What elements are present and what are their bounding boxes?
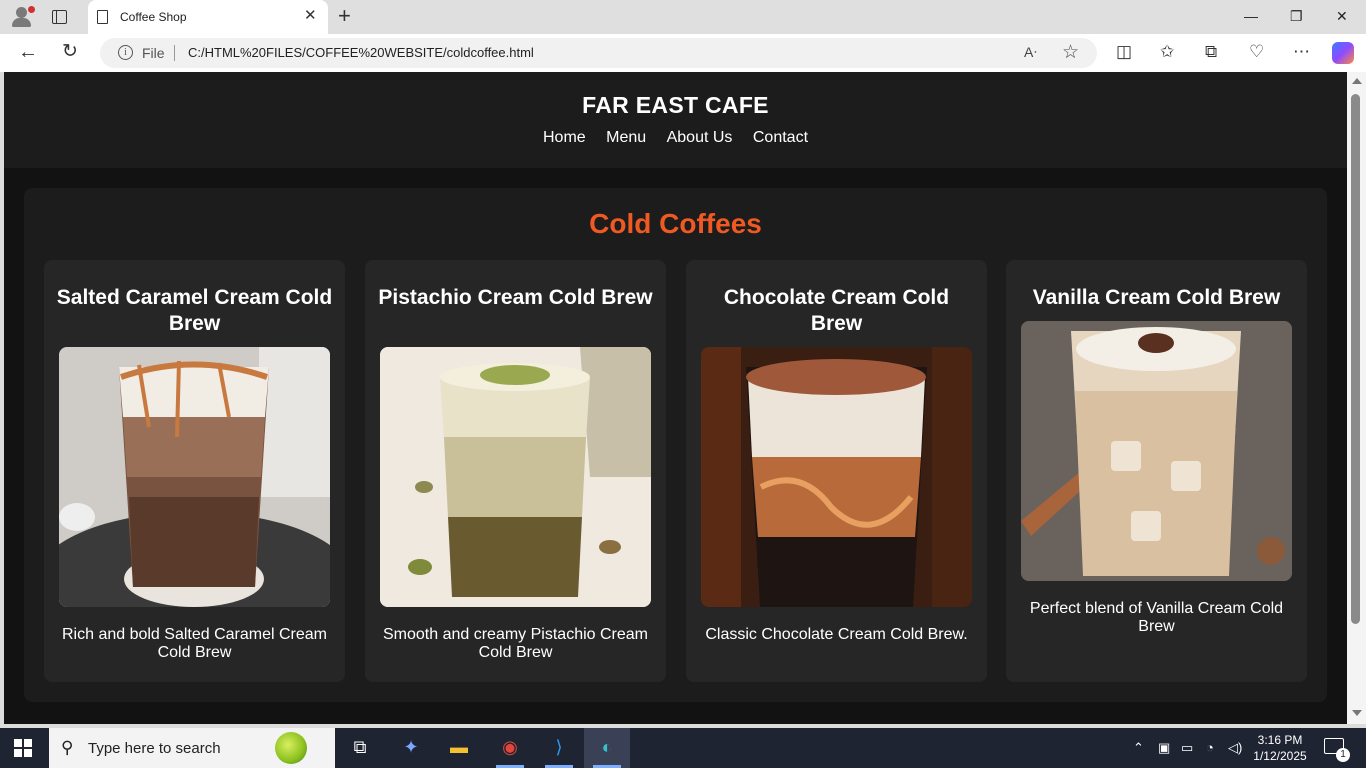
clock-date: 1/12/2025 (1253, 749, 1307, 763)
tray-overflow-icon[interactable]: ⌃ (1133, 740, 1144, 756)
page-viewport: FAR EAST CAFE Home Menu About Us Contact… (4, 72, 1347, 724)
vscode-icon[interactable]: ⟩ (536, 728, 582, 768)
copilot-icon[interactable] (1332, 42, 1354, 64)
minimize-button[interactable]: — (1244, 6, 1258, 26)
search-highlight-icon (275, 732, 307, 764)
tab-close-icon[interactable]: ✕ (304, 8, 317, 24)
read-aloud-icon[interactable]: Aᐧ (1024, 44, 1037, 61)
product-image (701, 347, 972, 607)
collections-icon[interactable]: ⧉ (1205, 42, 1217, 62)
nav-link-menu[interactable]: Menu (606, 129, 646, 146)
product-name: Vanilla Cream Cold Brew (1032, 286, 1281, 309)
chrome-icon[interactable]: ◉ (487, 728, 533, 768)
task-view-icon[interactable]: ⧉ (337, 728, 383, 768)
search-icon: ⚲ (61, 738, 74, 757)
clock[interactable]: 3:16 PM 1/12/2025 (1250, 732, 1310, 764)
favorites-icon[interactable]: ✩ (1160, 42, 1174, 62)
windows-taskbar: ⚲ Type here to search ⧉ ✦ ▬ ◉ ⟩ ◐ ⌃ ▣ ▭ … (0, 728, 1366, 768)
scroll-thumb[interactable] (1351, 94, 1360, 624)
new-tab-button[interactable]: + (338, 4, 351, 28)
restore-button[interactable]: ❐ (1290, 6, 1303, 26)
edge-icon[interactable]: ◐ (584, 728, 630, 768)
browser-toolbar: ← ↻ i File C:/HTML%20FILES/COFFEE%20WEBS… (0, 34, 1366, 72)
device-icon[interactable]: ▣ (1158, 740, 1170, 756)
site-nav: Home Menu About Us Contact (4, 129, 1347, 147)
copilot-app-icon[interactable]: ✦ (388, 728, 434, 768)
scroll-down-icon[interactable] (1352, 710, 1362, 716)
product-name: Chocolate Cream Cold Brew (723, 286, 950, 335)
page-scrollbar[interactable] (1347, 72, 1366, 724)
product-name: Salted Caramel Cream Cold Brew (56, 286, 333, 335)
taskbar-search-box[interactable]: ⚲ Type here to search (49, 728, 335, 768)
product-image (59, 347, 330, 607)
nav-link-home[interactable]: Home (543, 129, 586, 146)
product-description: Perfect blend of Vanilla Cream Cold Brew (1029, 600, 1284, 635)
clock-time: 3:16 PM (1257, 733, 1303, 747)
product-description: Rich and bold Salted Caramel Cream Cold … (61, 626, 327, 661)
scroll-up-icon[interactable] (1352, 78, 1362, 84)
site-title: FAR EAST CAFE (582, 92, 769, 118)
tab-title: Coffee Shop (120, 10, 187, 24)
address-scheme-label: File (142, 45, 165, 61)
product-card: Vanilla Cream Cold Brew Perfect blend of… (1006, 260, 1307, 682)
product-description: Smooth and creamy Pistachio Cream Cold B… (383, 626, 648, 661)
battery-icon[interactable]: ▭ (1181, 740, 1193, 756)
profile-icon[interactable] (10, 5, 35, 29)
tab-actions-icon[interactable] (50, 8, 70, 26)
nav-link-contact[interactable]: Contact (753, 129, 808, 146)
split-screen-icon[interactable]: ◫ (1116, 42, 1132, 62)
product-card: Chocolate Cream Cold Brew Classic Chocol… (686, 260, 987, 682)
address-divider (174, 45, 175, 61)
product-card: Salted Caramel Cream Cold Brew Rich and … (44, 260, 345, 682)
browser-tab[interactable]: Coffee Shop ✕ (88, 0, 328, 34)
wifi-icon[interactable]: ◔ (1206, 740, 1214, 755)
nav-link-about-us[interactable]: About Us (667, 129, 733, 146)
info-icon[interactable]: i (118, 45, 133, 60)
browser-essentials-icon[interactable]: ♡ (1249, 42, 1264, 62)
close-window-button[interactable]: ✕ (1336, 6, 1348, 26)
refresh-icon[interactable]: ↻ (62, 40, 78, 64)
url-text[interactable]: C:/HTML%20FILES/COFFEE%20WEBSITE/coldcof… (188, 45, 534, 60)
file-explorer-icon[interactable]: ▬ (436, 728, 482, 768)
notification-badge: 1 (1336, 748, 1350, 762)
more-icon[interactable]: ⋯ (1293, 42, 1310, 62)
back-icon[interactable]: ← (18, 40, 38, 64)
address-bar[interactable]: i File C:/HTML%20FILES/COFFEE%20WEBSITE/… (100, 38, 1097, 68)
site-header: FAR EAST CAFE Home Menu About Us Contact (4, 72, 1347, 168)
product-card: Pistachio Cream Cold Brew Smooth and cre… (365, 260, 666, 682)
product-name: Pistachio Cream Cold Brew (378, 286, 653, 309)
product-description: Classic Chocolate Cream Cold Brew. (705, 626, 968, 643)
favorite-star-icon[interactable]: ☆ (1062, 41, 1079, 64)
volume-icon[interactable]: ◁) (1228, 740, 1242, 756)
browser-tab-strip: Coffee Shop ✕ + — ❐ ✕ (0, 0, 1366, 34)
search-placeholder: Type here to search (88, 740, 221, 757)
page-icon (97, 10, 108, 24)
windows-start-icon[interactable] (14, 739, 32, 757)
cold-coffees-section: Cold Coffees Salted Caramel Cream Cold B… (24, 188, 1327, 702)
product-image (1021, 321, 1292, 581)
section-title: Cold Coffees (589, 208, 762, 239)
product-image (380, 347, 651, 607)
